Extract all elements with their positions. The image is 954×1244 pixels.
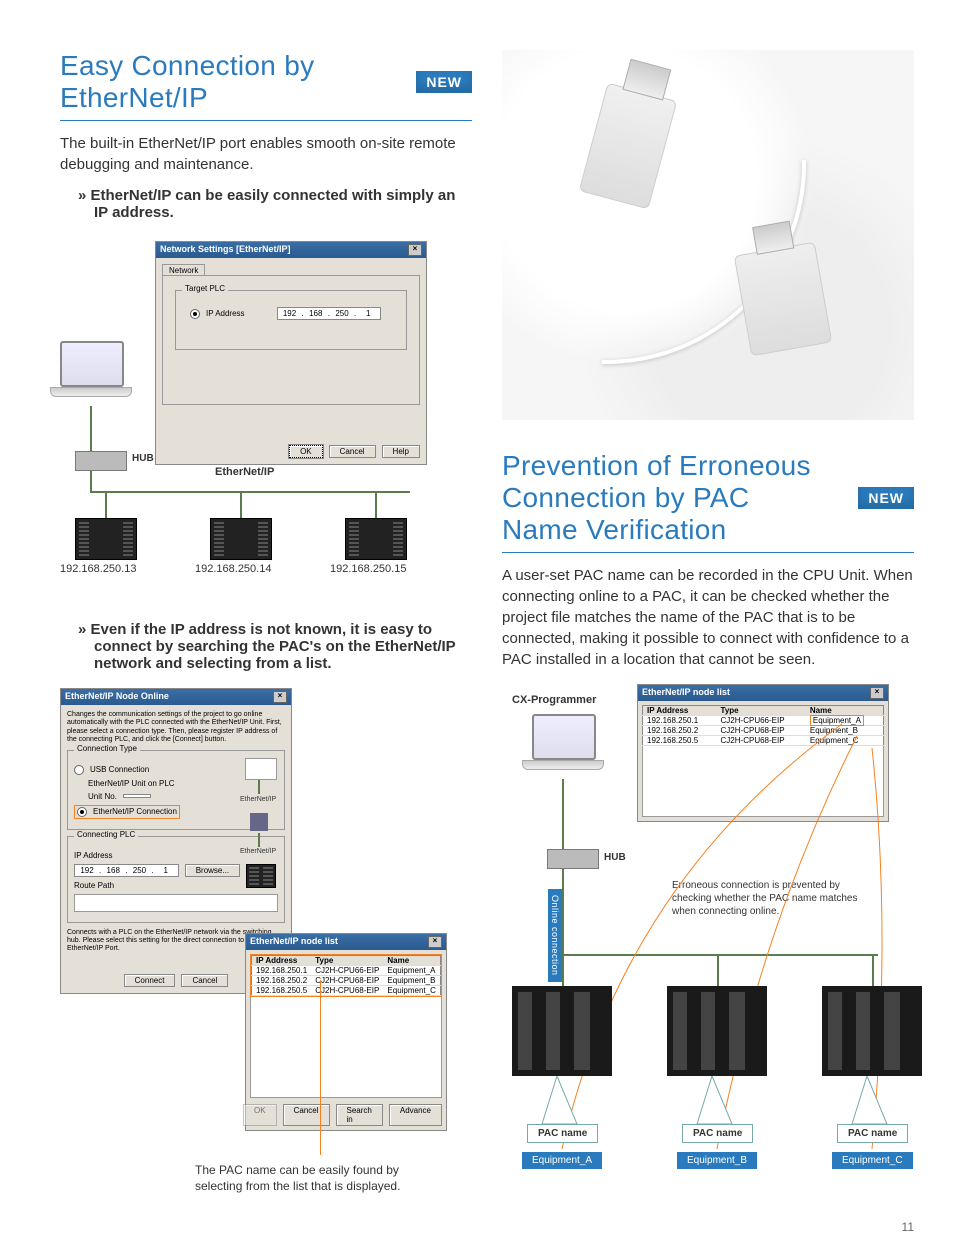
title-rule-right [502,552,914,553]
ethernet-ip-label: EtherNet/IP [215,466,274,478]
usb-cable-photo [502,50,914,420]
plc-icon [75,518,137,560]
laptop-icon [60,341,150,401]
left-bullet-1: EtherNet/IP can be easily connected with… [78,187,472,221]
table-row: 192.168.250.5CJ2H-CPU68-EIPEquipment_C [252,986,441,996]
left-section-title: Easy Connection by EtherNet/IP NEW [60,50,472,114]
caption-2: The PAC name can be easily found by sele… [195,1162,445,1194]
hub-small-icon-2 [250,813,268,831]
nodelist-title: EtherNet/IP node list [250,936,338,948]
new-badge-right: NEW [858,487,914,509]
diagram-3: CX-Programmer EtherNet/IP node list × IP… [502,684,914,1214]
ip-label: IP Address [206,309,245,318]
node-list-table[interactable]: IP Address Type Name 192.168.250.1CJ2H-C… [251,955,441,996]
close-icon[interactable]: × [408,244,422,256]
hub-small-icon [245,758,277,780]
diagram-2: EtherNet/IP Node Online × Changes the co… [60,688,472,1208]
dialog2-desc: Changes the communication settings of th… [67,711,285,745]
search-button[interactable]: Search in [336,1104,383,1126]
hub-icon [75,451,127,471]
conn-plc-group: Connecting PLC [74,830,138,839]
help-button[interactable]: Help [382,445,420,458]
eip-conn-radio[interactable] [77,807,87,817]
node-list-table-2[interactable]: IP Address Type Name 192.168.250.1CJ2H-C… [642,705,884,746]
table-row: 192.168.250.2CJ2H-CPU68-EIPEquipment_B [643,726,884,736]
table-row: 192.168.250.2CJ2H-CPU68-EIPEquipment_B [252,976,441,986]
left-bullet-2: Even if the IP address is not known, it … [78,621,472,672]
close-icon[interactable]: × [428,936,442,948]
unit-no-input[interactable] [123,794,151,798]
browse-button[interactable]: Browse... [185,864,240,877]
cancel-button-3[interactable]: Cancel [283,1104,330,1126]
online-connection-tab: Online connection [548,889,562,982]
title-rule [60,120,472,121]
ip-1: 192.168.250.13 [60,563,136,575]
diagram-1: Network Settings [EtherNet/IP] × Network… [60,241,472,591]
target-plc-group: Target PLC [182,284,228,293]
page-number: 11 [902,1220,914,1234]
ip-input-2[interactable]: 192. 168. 250. 1 [74,864,179,877]
dialog2-title: EtherNet/IP Node Online [65,691,169,703]
plc-small-wrapper [246,864,276,888]
close-icon[interactable]: × [870,687,884,699]
net-label-2: EtherNet/IP [240,848,276,855]
ip-input[interactable]: 192. 168. 250. 1 [277,307,382,320]
hub-label: HUB [132,453,154,464]
table-row: 192.168.250.5CJ2H-CPU68-EIPEquipment_C [643,736,884,746]
equipment-name-3: Equipment_C [832,1152,913,1169]
ok-button-2[interactable]: OK [243,1104,277,1126]
conn-type-group: Connection Type [74,744,140,753]
ok-button[interactable]: OK [289,445,323,458]
equipment-name-1: Equipment_A [522,1152,602,1169]
cancel-button-2[interactable]: Cancel [181,974,228,987]
cancel-button[interactable]: Cancel [329,445,376,458]
route-path-input[interactable] [74,894,278,912]
plc-icon [210,518,272,560]
laptop-icon-2 [532,714,622,774]
pac-name-label-1: PAC name [527,1124,598,1143]
table-row: 192.168.250.1CJ2H-CPU66-EIPEquipment_A [252,966,441,976]
node-list-dialog: EtherNet/IP node list × IP Address Type … [245,933,447,1131]
equipment-name-2: Equipment_B [677,1152,757,1169]
plc-big-icon [822,986,922,1076]
plc-icon [345,518,407,560]
ip-2: 192.168.250.14 [195,563,271,575]
right-body: A user-set PAC name can be recorded in t… [502,565,914,670]
plc-big-icon [667,986,767,1076]
dialog1-title: Network Settings [EtherNet/IP] [160,244,291,256]
advance-button[interactable]: Advance [389,1104,442,1126]
plc-big-icon [512,986,612,1076]
node-list-dialog-2: EtherNet/IP node list × IP Address Type … [637,684,889,822]
left-intro: The built-in EtherNet/IP port enables sm… [60,133,472,175]
pac-name-label-2: PAC name [682,1124,753,1143]
table-row: 192.168.250.1CJ2H-CPU66-EIPEquipment_A [643,716,884,726]
usb-b-connector-icon [734,242,832,357]
right-title-text: Prevention of Erroneous Connection by PA… [502,450,822,546]
usb-radio[interactable] [74,765,84,775]
hub-icon-2 [547,849,599,869]
cx-programmer-label: CX-Programmer [512,694,596,706]
network-settings-dialog: Network Settings [EtherNet/IP] × Network… [155,241,427,465]
ip-3: 192.168.250.15 [330,563,406,575]
left-title-text: Easy Connection by EtherNet/IP [60,50,396,114]
right-section-title: Prevention of Erroneous Connection by PA… [502,450,914,546]
nodelist2-title: EtherNet/IP node list [642,687,730,699]
pac-name-label-3: PAC name [837,1124,908,1143]
connect-button[interactable]: Connect [124,974,176,987]
ip-radio[interactable] [190,309,200,319]
callout-pointers [502,1076,922,1126]
net-label-1: EtherNet/IP [240,796,276,803]
callout-text: Erroneous connection is prevented by che… [672,879,882,918]
hub-label-2: HUB [604,852,626,863]
close-icon[interactable]: × [273,691,287,703]
new-badge-left: NEW [416,71,472,93]
